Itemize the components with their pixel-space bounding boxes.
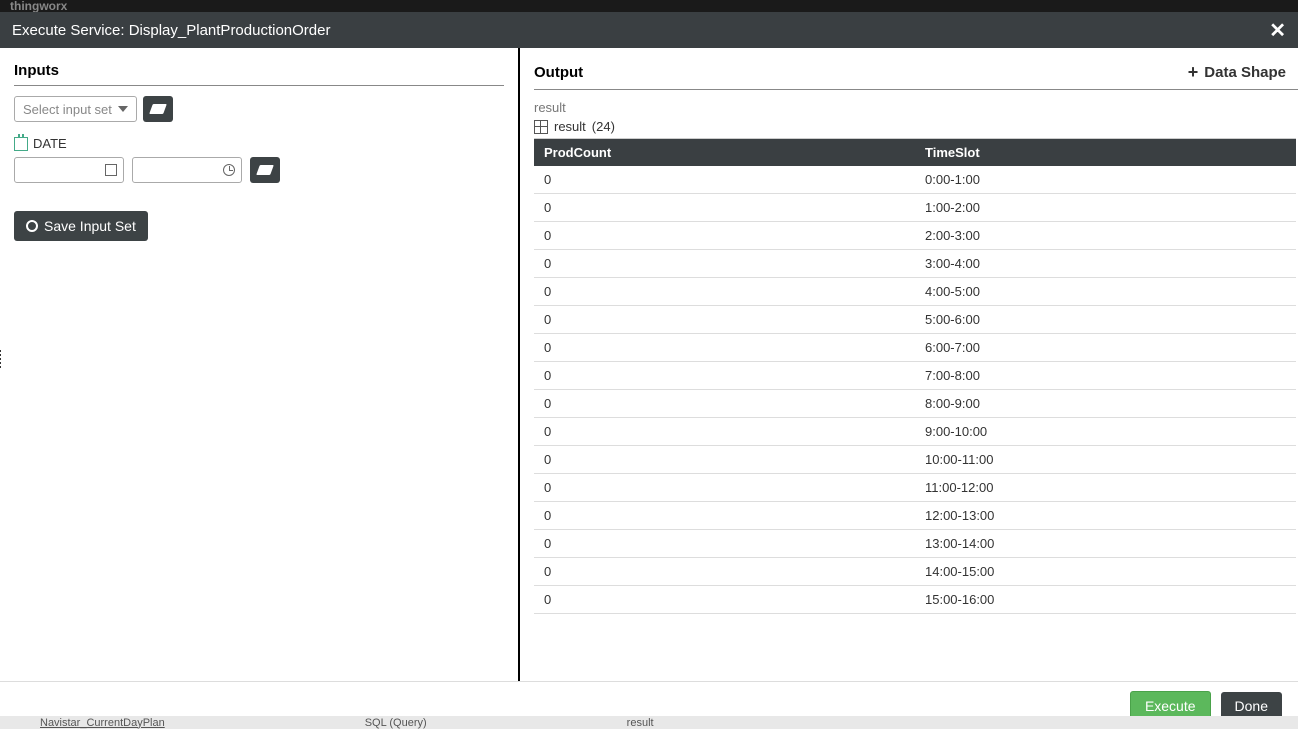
output-title: Output [534,64,583,81]
date-input[interactable] [14,157,124,183]
result-summary: result (24) [534,119,1298,134]
app-topbar: thingworx [0,0,1298,12]
inputs-panel: Inputs Select input set DATE [0,48,520,681]
select-input-set-dropdown[interactable]: Select input set [14,96,137,122]
cell-prodcount: 0 [534,334,915,362]
cell-timeslot: 11:00-12:00 [915,474,1296,502]
col-header-timeslot[interactable]: TimeSlot [915,139,1296,166]
cell-prodcount: 0 [534,250,915,278]
result-table: ProdCount TimeSlot 00:00-1:0001:00-2:000… [534,139,1296,614]
table-row[interactable]: 05:00-6:00 [534,306,1296,334]
cell-timeslot: 0:00-1:00 [915,166,1296,194]
data-shape-label: Data Shape [1204,64,1286,81]
result-count: (24) [592,119,615,134]
cell-prodcount: 0 [534,166,915,194]
cell-timeslot: 1:00-2:00 [915,194,1296,222]
table-row[interactable]: 09:00-10:00 [534,418,1296,446]
table-row[interactable]: 07:00-8:00 [534,362,1296,390]
modal-body: Inputs Select input set DATE [0,48,1298,681]
cell-prodcount: 0 [534,474,915,502]
table-row[interactable]: 03:00-4:00 [534,250,1296,278]
select-input-set-placeholder: Select input set [23,102,112,117]
cell-timeslot: 10:00-11:00 [915,446,1296,474]
cell-timeslot: 12:00-13:00 [915,502,1296,530]
cell-prodcount: 0 [534,362,915,390]
eraser-icon [256,165,274,175]
col-header-prodcount[interactable]: ProdCount [534,139,915,166]
cell-timeslot: 14:00-15:00 [915,558,1296,586]
calendar-picker-icon [105,164,117,176]
bg-item: Navistar_CurrentDayPlan [40,717,165,729]
cell-timeslot: 6:00-7:00 [915,334,1296,362]
table-row[interactable]: 06:00-7:00 [534,334,1296,362]
date-label: DATE [33,136,67,151]
result-name: result [554,119,586,134]
table-row[interactable]: 01:00-2:00 [534,194,1296,222]
result-table-container[interactable]: ProdCount TimeSlot 00:00-1:0001:00-2:000… [534,138,1296,667]
calendar-icon [14,137,28,151]
cell-timeslot: 15:00-16:00 [915,586,1296,614]
output-header: Output + Data Shape [534,62,1298,90]
plus-icon: + [1188,62,1199,83]
clear-input-set-button[interactable] [143,96,173,122]
result-label: result [534,100,1298,115]
table-row[interactable]: 012:00-13:00 [534,502,1296,530]
save-input-set-button[interactable]: Save Input Set [14,211,148,241]
cell-timeslot: 13:00-14:00 [915,530,1296,558]
chevron-down-icon [118,106,128,112]
cell-prodcount: 0 [534,446,915,474]
cell-prodcount: 0 [534,278,915,306]
cell-timeslot: 2:00-3:00 [915,222,1296,250]
inputs-title: Inputs [14,62,504,86]
add-data-shape-button[interactable]: + Data Shape [1188,62,1298,83]
time-input[interactable] [132,157,242,183]
table-row[interactable]: 04:00-5:00 [534,278,1296,306]
modal-title: Execute Service: Display_PlantProduction… [12,22,1269,39]
cell-timeslot: 3:00-4:00 [915,250,1296,278]
cell-prodcount: 0 [534,390,915,418]
bg-item: result [627,717,654,729]
circle-icon [26,220,38,232]
table-row[interactable]: 013:00-14:00 [534,530,1296,558]
cell-timeslot: 9:00-10:00 [915,418,1296,446]
table-row[interactable]: 010:00-11:00 [534,446,1296,474]
grid-icon [534,120,548,134]
table-row[interactable]: 02:00-3:00 [534,222,1296,250]
table-row[interactable]: 015:00-16:00 [534,586,1296,614]
save-input-set-label: Save Input Set [44,218,136,234]
cell-prodcount: 0 [534,194,915,222]
eraser-icon [149,104,167,114]
cell-prodcount: 0 [534,222,915,250]
cell-timeslot: 5:00-6:00 [915,306,1296,334]
table-row[interactable]: 08:00-9:00 [534,390,1296,418]
background-strip: Navistar_CurrentDayPlan SQL (Query) resu… [0,716,1298,729]
cell-prodcount: 0 [534,530,915,558]
cell-timeslot: 4:00-5:00 [915,278,1296,306]
clear-date-button[interactable] [250,157,280,183]
table-row[interactable]: 011:00-12:00 [534,474,1296,502]
cell-timeslot: 7:00-8:00 [915,362,1296,390]
output-panel: Output + Data Shape result result (24) P… [520,48,1298,681]
cell-prodcount: 0 [534,586,915,614]
table-row[interactable]: 014:00-15:00 [534,558,1296,586]
cell-prodcount: 0 [534,558,915,586]
close-icon[interactable]: ✕ [1269,18,1286,43]
date-field-label-row: DATE [14,136,504,151]
cell-prodcount: 0 [534,418,915,446]
cell-prodcount: 0 [534,306,915,334]
cell-prodcount: 0 [534,502,915,530]
cell-timeslot: 8:00-9:00 [915,390,1296,418]
execute-service-modal: Execute Service: Display_PlantProduction… [0,12,1298,729]
bg-item: SQL (Query) [365,717,427,729]
clock-icon [223,164,235,176]
modal-header: Execute Service: Display_PlantProduction… [0,12,1298,48]
table-row[interactable]: 00:00-1:00 [534,166,1296,194]
